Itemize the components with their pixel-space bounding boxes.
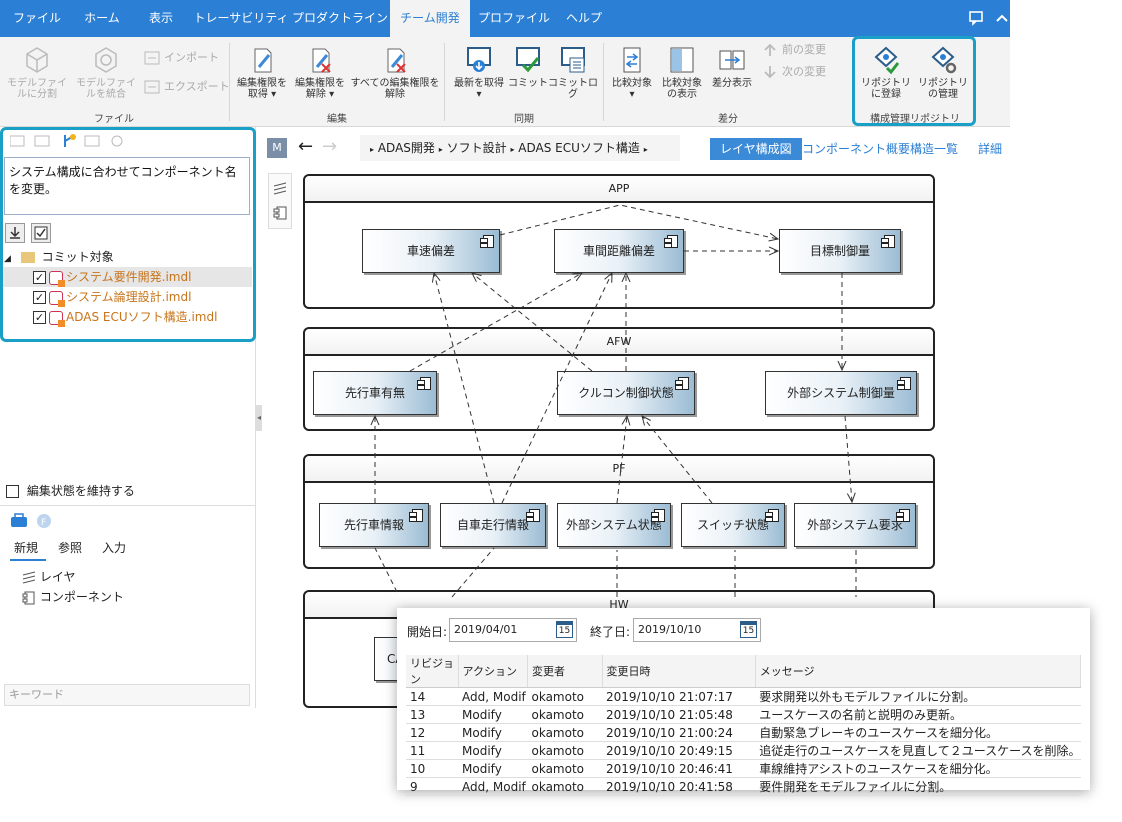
tab-profile[interactable]: プロファイル (476, 0, 552, 37)
end-date-label: 終了日: (590, 625, 631, 639)
table-row[interactable]: 9 Add, Modif okamoto 2019/10/10 20:41:58 要件開… (406, 777, 1081, 796)
tab-team-development[interactable]: チーム開発 (390, 0, 470, 37)
palette-toolbar: F (11, 513, 51, 528)
commit-log-button[interactable]: コミットログ (548, 45, 598, 100)
release-all-icon (387, 48, 406, 73)
merge-model-button[interactable]: モデルファイルを統合 (72, 45, 140, 100)
commit-button[interactable]: コミット (508, 45, 548, 89)
column-header[interactable]: 変更者 (527, 655, 603, 688)
show-compare-target-button[interactable]: 比較対象の表示 (658, 45, 706, 100)
highlight-repository-group (852, 36, 976, 126)
svg-text:F: F (41, 518, 46, 528)
collapse-ribbon-icon[interactable] (994, 10, 1010, 26)
arrow-down-icon (764, 66, 776, 79)
split-view-icon (670, 47, 694, 73)
end-date-input[interactable]: 2019/10/10 15 (633, 618, 761, 642)
palette-item-component[interactable]: コンポーネント (22, 587, 124, 607)
commit-history-popup: 開始日: 2019/04/01 15 終了日: 2019/10/10 15 リビ… (397, 608, 1090, 796)
active-tab-indicator (10, 559, 46, 561)
table-row[interactable]: 12 Modify okamoto 2019/10/10 21:00:24 自動緊急ブレ… (406, 723, 1081, 742)
component-icon (22, 591, 35, 604)
compare-icon (623, 47, 641, 73)
compare-target-button[interactable]: 比較対象 ▾ (608, 45, 656, 100)
start-date-input[interactable]: 2019/04/01 15 (449, 618, 577, 642)
table-header-row: リビジョン アクション 変更者 変更日時 メッセージ (406, 655, 1082, 688)
column-header[interactable]: メッセージ (755, 655, 1082, 688)
table-row[interactable]: 14 Add, Modif okamoto 2019/10/10 21:07:17 要求… (406, 687, 1081, 706)
comment-icon[interactable] (968, 10, 984, 26)
group-separator (444, 43, 445, 121)
tab-traceability[interactable]: トレーサビリティ (192, 0, 290, 37)
table-row[interactable]: 13 Modify okamoto 2019/10/10 21:05:48 ユースケース… (406, 705, 1081, 724)
group-label-sync: 同期 (514, 114, 534, 125)
export-button[interactable]: エクスポート (144, 78, 230, 96)
table-row[interactable]: 11 Modify okamoto 2019/10/10 20:49:15 追従走行のユ… (406, 741, 1081, 760)
keep-edit-checkbox[interactable]: 編集状態を維持する (6, 481, 135, 501)
merge-model-icon (95, 47, 117, 73)
tab-reference[interactable]: 参照 (58, 539, 82, 556)
table-row[interactable]: 10 Modify okamoto 2019/10/10 20:46:41 車線維持アシ… (406, 759, 1081, 778)
release-edit-permission-button[interactable]: 編集権限を解除 ▾ (292, 45, 348, 100)
tab-new[interactable]: 新規 (14, 539, 38, 556)
import-icon (144, 51, 160, 65)
tab-help[interactable]: ヘルプ (558, 0, 610, 37)
tab-view[interactable]: 表示 (136, 0, 186, 37)
tab-home[interactable]: ホーム (76, 0, 128, 37)
next-change-button[interactable]: 次の変更 (762, 63, 826, 81)
split-model-icon (26, 47, 48, 73)
arrow-up-icon (764, 43, 776, 56)
commit-icon (516, 47, 540, 73)
get-edit-permission-button[interactable]: 編集権限を取得 ▾ (234, 45, 290, 100)
highlight-commit-area (0, 127, 256, 342)
download-icon (467, 47, 491, 72)
ribbon-tab-bar: ファイル ホーム 表示 トレーサビリティ プロダクトライン チーム開発 プロファ… (0, 0, 1010, 37)
divider (0, 505, 256, 506)
pencil-document-icon (254, 48, 272, 73)
palette-item-layer[interactable]: レイヤ (22, 567, 75, 587)
group-label-diff: 差分 (718, 114, 738, 125)
start-date-label: 開始日: (407, 625, 448, 639)
show-diff-button[interactable]: 差分表示 (708, 45, 756, 89)
tab-product-line[interactable]: プロダクトライン (292, 0, 388, 37)
diff-icon (719, 50, 745, 70)
prev-change-button[interactable]: 前の変更 (762, 41, 826, 59)
calendar-icon[interactable]: 15 (740, 621, 757, 638)
calendar-icon[interactable]: 15 (556, 621, 573, 638)
keep-edit-checkbox-box[interactable] (6, 485, 19, 498)
application-window: ファイル ホーム 表示 トレーサビリティ プロダクトライン チーム開発 プロファ… (0, 0, 1010, 708)
commit-log-icon (561, 47, 585, 73)
tab-file[interactable]: ファイル (8, 0, 66, 37)
layer-icon (22, 571, 36, 583)
get-latest-button[interactable]: 最新を取得 ▾ (450, 45, 508, 100)
column-header[interactable]: 変更日時 (602, 655, 756, 688)
import-button[interactable]: インポート (144, 49, 219, 67)
release-all-edit-button[interactable]: すべての編集権限を解除 (350, 45, 440, 100)
column-header[interactable]: アクション (458, 655, 529, 688)
export-icon (144, 80, 160, 94)
group-label-edit: 編集 (327, 114, 347, 125)
group-label-file: ファイル (94, 114, 134, 125)
tab-input[interactable]: 入力 (102, 539, 126, 556)
commit-history-table: リビジョン アクション 変更者 変更日時 メッセージ 14 Add, Modif o… (406, 655, 1082, 796)
column-header[interactable]: リビジョン (406, 655, 459, 688)
split-model-button[interactable]: モデルファイルに分割 (4, 45, 70, 100)
release-document-icon (312, 48, 331, 73)
keyword-search-input[interactable]: キーワード (4, 684, 250, 706)
